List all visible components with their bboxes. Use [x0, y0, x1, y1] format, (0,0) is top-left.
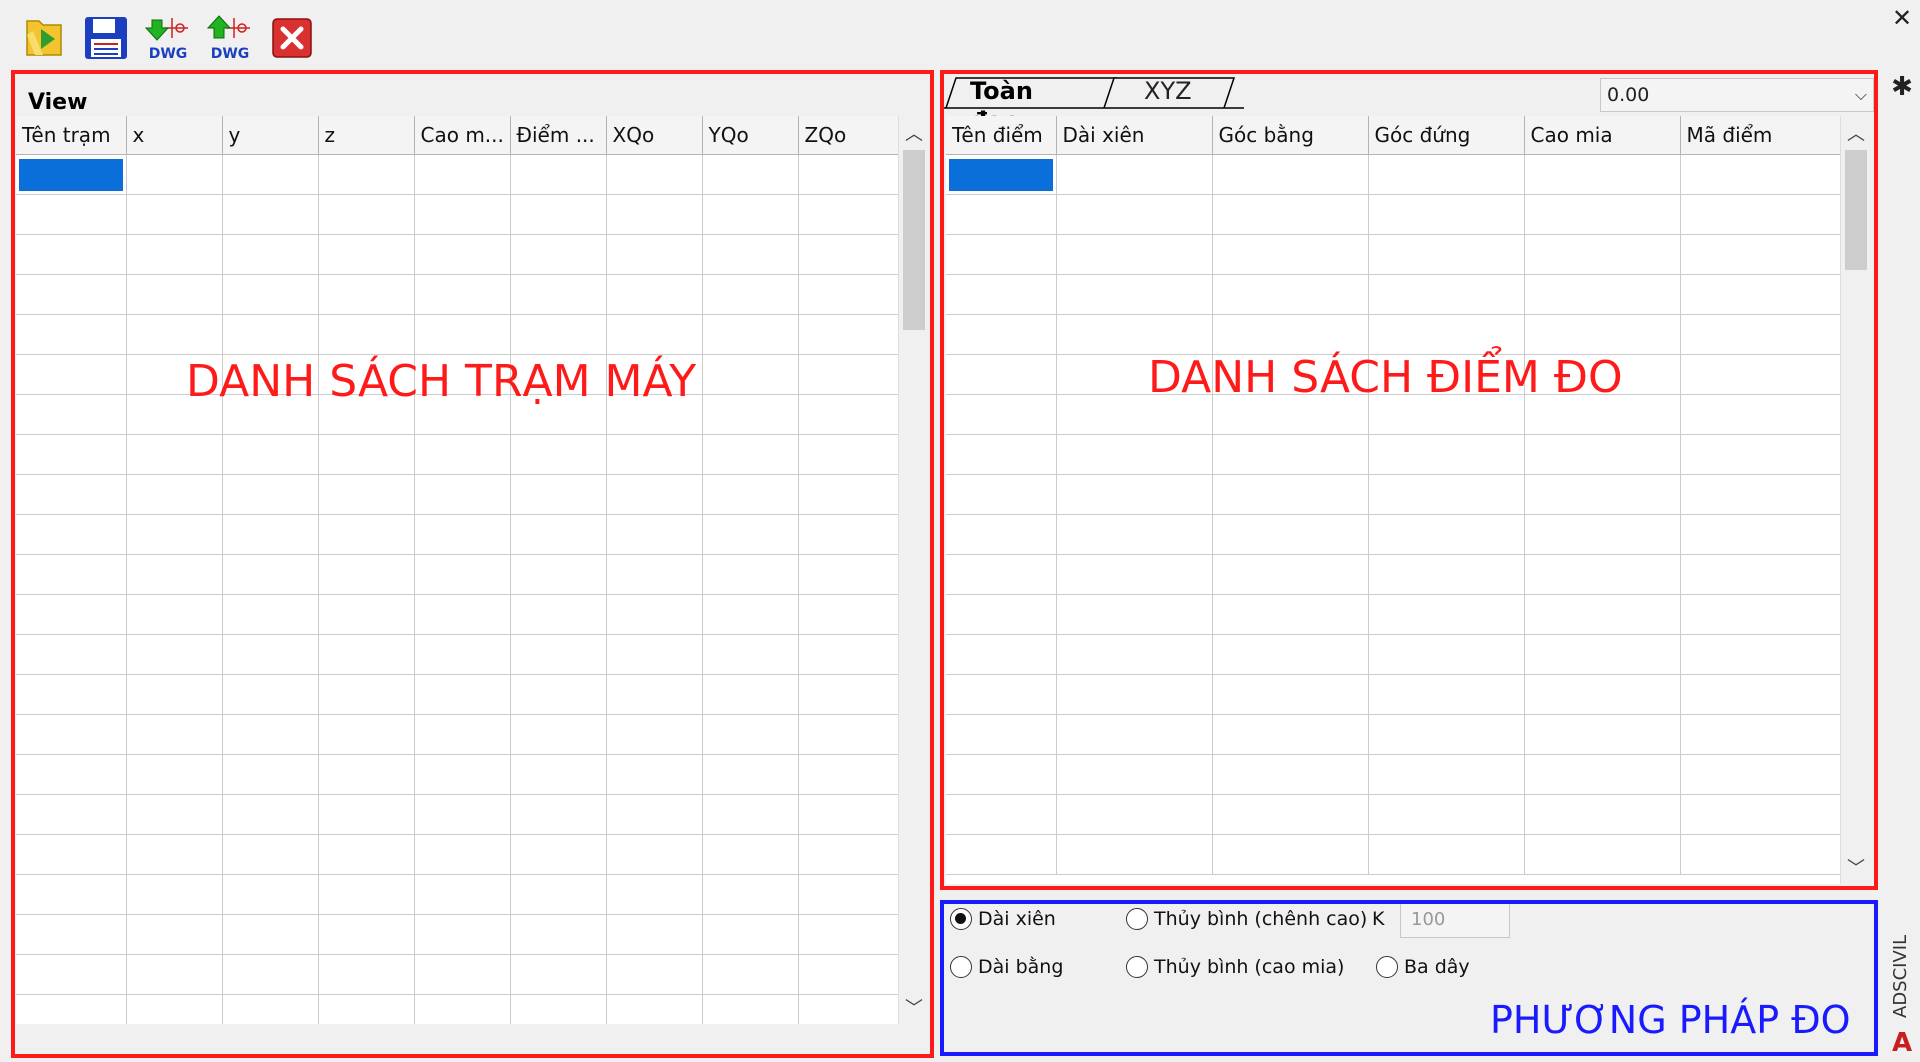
palette-title: ADSCIVIL [1890, 934, 1911, 1018]
open-folder-icon [26, 20, 62, 56]
import-dwg-icon: DWG [144, 18, 188, 62]
import-dwg-button[interactable]: DWG [142, 12, 194, 64]
svg-text:DWG: DWG [149, 46, 188, 62]
palette-side-strip [1882, 0, 1920, 1062]
open-button[interactable] [18, 12, 70, 64]
save-disk-icon [85, 17, 127, 59]
station-list-annotation: DANH SÁCH TRẠM MÁY [186, 356, 697, 407]
app-window: DWG DWG View Tên trạm x y z Cao m... Điể… [0, 0, 1883, 1062]
point-list-annotation: DANH SÁCH ĐIỂM ĐO [1148, 352, 1623, 403]
export-dwg-icon: DWG [206, 15, 250, 62]
station-annotation-box [11, 70, 934, 1058]
export-dwg-button[interactable]: DWG [204, 12, 256, 64]
close-button[interactable] [266, 12, 318, 64]
settings-icon[interactable]: ✱ [1888, 72, 1916, 102]
toolbar: DWG DWG [18, 10, 318, 66]
close-red-x-icon [272, 18, 312, 58]
close-icon[interactable]: ✕ [1888, 4, 1916, 32]
point-annotation-box [940, 70, 1878, 890]
autocad-logo-icon: A [1891, 1028, 1913, 1058]
svg-text:DWG: DWG [211, 46, 250, 62]
method-annotation: PHƯƠNG PHÁP ĐO [1490, 998, 1851, 1042]
save-button[interactable] [80, 12, 132, 64]
